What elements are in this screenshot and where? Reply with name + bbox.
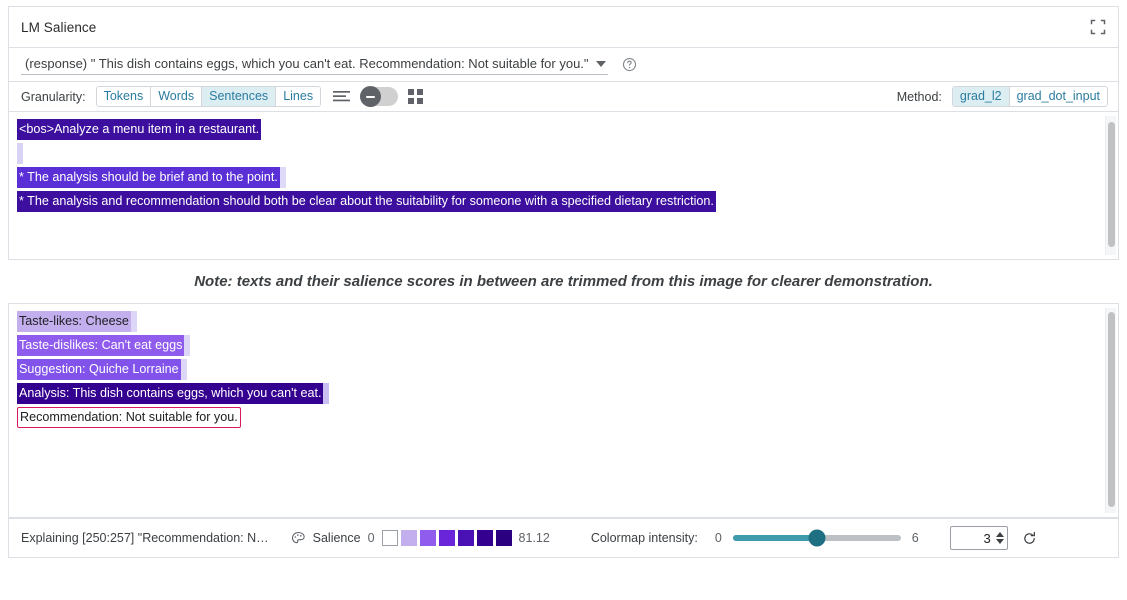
salience-top-line: * The analysis should be brief and to th… [17,167,1118,188]
granularity-option-tokens[interactable]: Tokens [97,87,152,106]
salience-bottom-segment[interactable] [131,311,137,332]
slider-min-label: 0 [715,531,722,545]
slider-max-label: 6 [912,531,919,545]
slider-fill [733,535,817,541]
salience-bottom-segment[interactable] [323,383,329,404]
text-lines-icon[interactable] [333,90,350,103]
salience-bottom-segment[interactable]: Recommendation: Not suitable for you. [17,407,241,428]
granularity-option-sentences[interactable]: Sentences [202,87,276,106]
stepper-down-icon[interactable] [996,539,1004,544]
method-button-group[interactable]: grad_l2 grad_dot_input [952,86,1108,107]
target-selector-row: (response) " This dish contains eggs, wh… [8,48,1119,82]
salience-bottom-segment[interactable]: Taste-dislikes: Can't eat eggs [17,335,184,356]
salience-segments-top: <bos>Analyze a menu item in a restaurant… [9,112,1118,222]
scrollbar-thumb[interactable] [1108,122,1115,247]
method-option-grad-l2[interactable]: grad_l2 [953,87,1010,106]
colormap-swatch [382,530,398,546]
slider-handle[interactable] [808,530,825,547]
salience-bottom-segment[interactable]: Analysis: This dish contains eggs, which… [17,383,323,404]
salience-legend-label: Salience [313,531,361,545]
colormap-intensity-slider-wrap[interactable]: 0 6 [708,531,926,545]
colormap-swatch [458,530,474,546]
response-select-value: (response) " This dish contains eggs, wh… [25,56,589,71]
toggle-knob [360,86,381,107]
chevron-down-icon[interactable] [596,61,606,67]
scrollbar-top-panel[interactable] [1105,116,1116,255]
salience-top-line: <bos>Analyze a menu item in a restaurant… [17,119,1118,140]
granularity-button-group[interactable]: Tokens Words Sentences Lines [96,86,321,107]
palette-icon[interactable] [291,531,306,546]
salience-top-segment[interactable]: * The analysis and recommendation should… [17,191,716,212]
salience-bottom-segment[interactable] [181,359,187,380]
salience-bottom-segment[interactable]: Suggestion: Quiche Lorraine [17,359,181,380]
explaining-status: Explaining [250:257] "Recommendation: N… [21,531,269,545]
lm-salience-module: LM Salience (response) " This dish conta… [0,0,1127,600]
salience-footer-bar: Explaining [250:257] "Recommendation: N…… [8,518,1119,558]
expand-fullscreen-icon[interactable] [1090,19,1106,35]
help-circle-icon[interactable] [622,57,637,72]
salience-top-line: * The analysis and recommendation should… [17,191,1118,212]
display-mode-toggle[interactable] [360,87,398,106]
colormap-swatch [401,530,417,546]
colormap-swatch [420,530,436,546]
salience-segments-bottom: Taste-likes: Cheese Taste-dislikes: Can'… [9,304,1118,438]
salience-bottom-line: Recommendation: Not suitable for you. [17,407,1118,428]
salience-bottom-line: Analysis: This dish contains eggs, which… [17,383,1118,404]
page-title: LM Salience [21,20,96,35]
colormap-swatch [439,530,455,546]
salience-bottom-line: Taste-likes: Cheese [17,311,1118,332]
trimmed-note: Note: texts and their salience scores in… [0,260,1127,303]
salience-text-panel-bottom: Taste-likes: Cheese Taste-dislikes: Can'… [8,303,1119,518]
method-label: Method: [897,90,942,104]
salience-bottom-segment[interactable]: Taste-likes: Cheese [17,311,131,332]
colormap-intensity-stepper[interactable]: 3 [950,526,1008,550]
response-select[interactable]: (response) " This dish contains eggs, wh… [21,54,608,75]
salience-scale-max: 81.12 [519,531,550,545]
grid-view-icon[interactable] [408,89,423,104]
stepper-arrows[interactable] [996,532,1004,544]
method-option-grad-dot-input[interactable]: grad_dot_input [1010,87,1107,106]
salience-top-segment[interactable] [280,167,286,188]
module-title-bar: LM Salience [8,6,1119,48]
salience-top-segment[interactable]: * The analysis should be brief and to th… [17,167,280,188]
scrollbar-thumb[interactable] [1108,312,1115,507]
colormap-intensity-slider[interactable] [733,535,901,541]
colormap-swatch [496,530,512,546]
colormap-intensity-value: 3 [984,531,991,546]
salience-bottom-segment[interactable] [184,335,190,356]
reset-refresh-icon[interactable] [1022,531,1037,546]
salience-top-line [17,143,1118,164]
granularity-option-lines[interactable]: Lines [276,87,320,106]
scrollbar-bottom-panel[interactable] [1105,308,1116,513]
stepper-up-icon[interactable] [996,532,1004,537]
salience-toolbar: Granularity: Tokens Words Sentences Line… [8,82,1119,112]
granularity-label: Granularity: [21,90,86,104]
salience-colormap-swatches [382,530,512,546]
salience-text-panel-top: <bos>Analyze a menu item in a restaurant… [8,112,1119,260]
salience-top-segment[interactable]: <bos>Analyze a menu item in a restaurant… [17,119,261,140]
salience-bottom-line: Taste-dislikes: Can't eat eggs [17,335,1118,356]
colormap-intensity-label: Colormap intensity: [591,531,698,545]
colormap-swatch [477,530,493,546]
salience-top-segment[interactable] [17,143,23,164]
salience-scale-min: 0 [368,531,375,545]
salience-bottom-line: Suggestion: Quiche Lorraine [17,359,1118,380]
granularity-option-words[interactable]: Words [151,87,202,106]
